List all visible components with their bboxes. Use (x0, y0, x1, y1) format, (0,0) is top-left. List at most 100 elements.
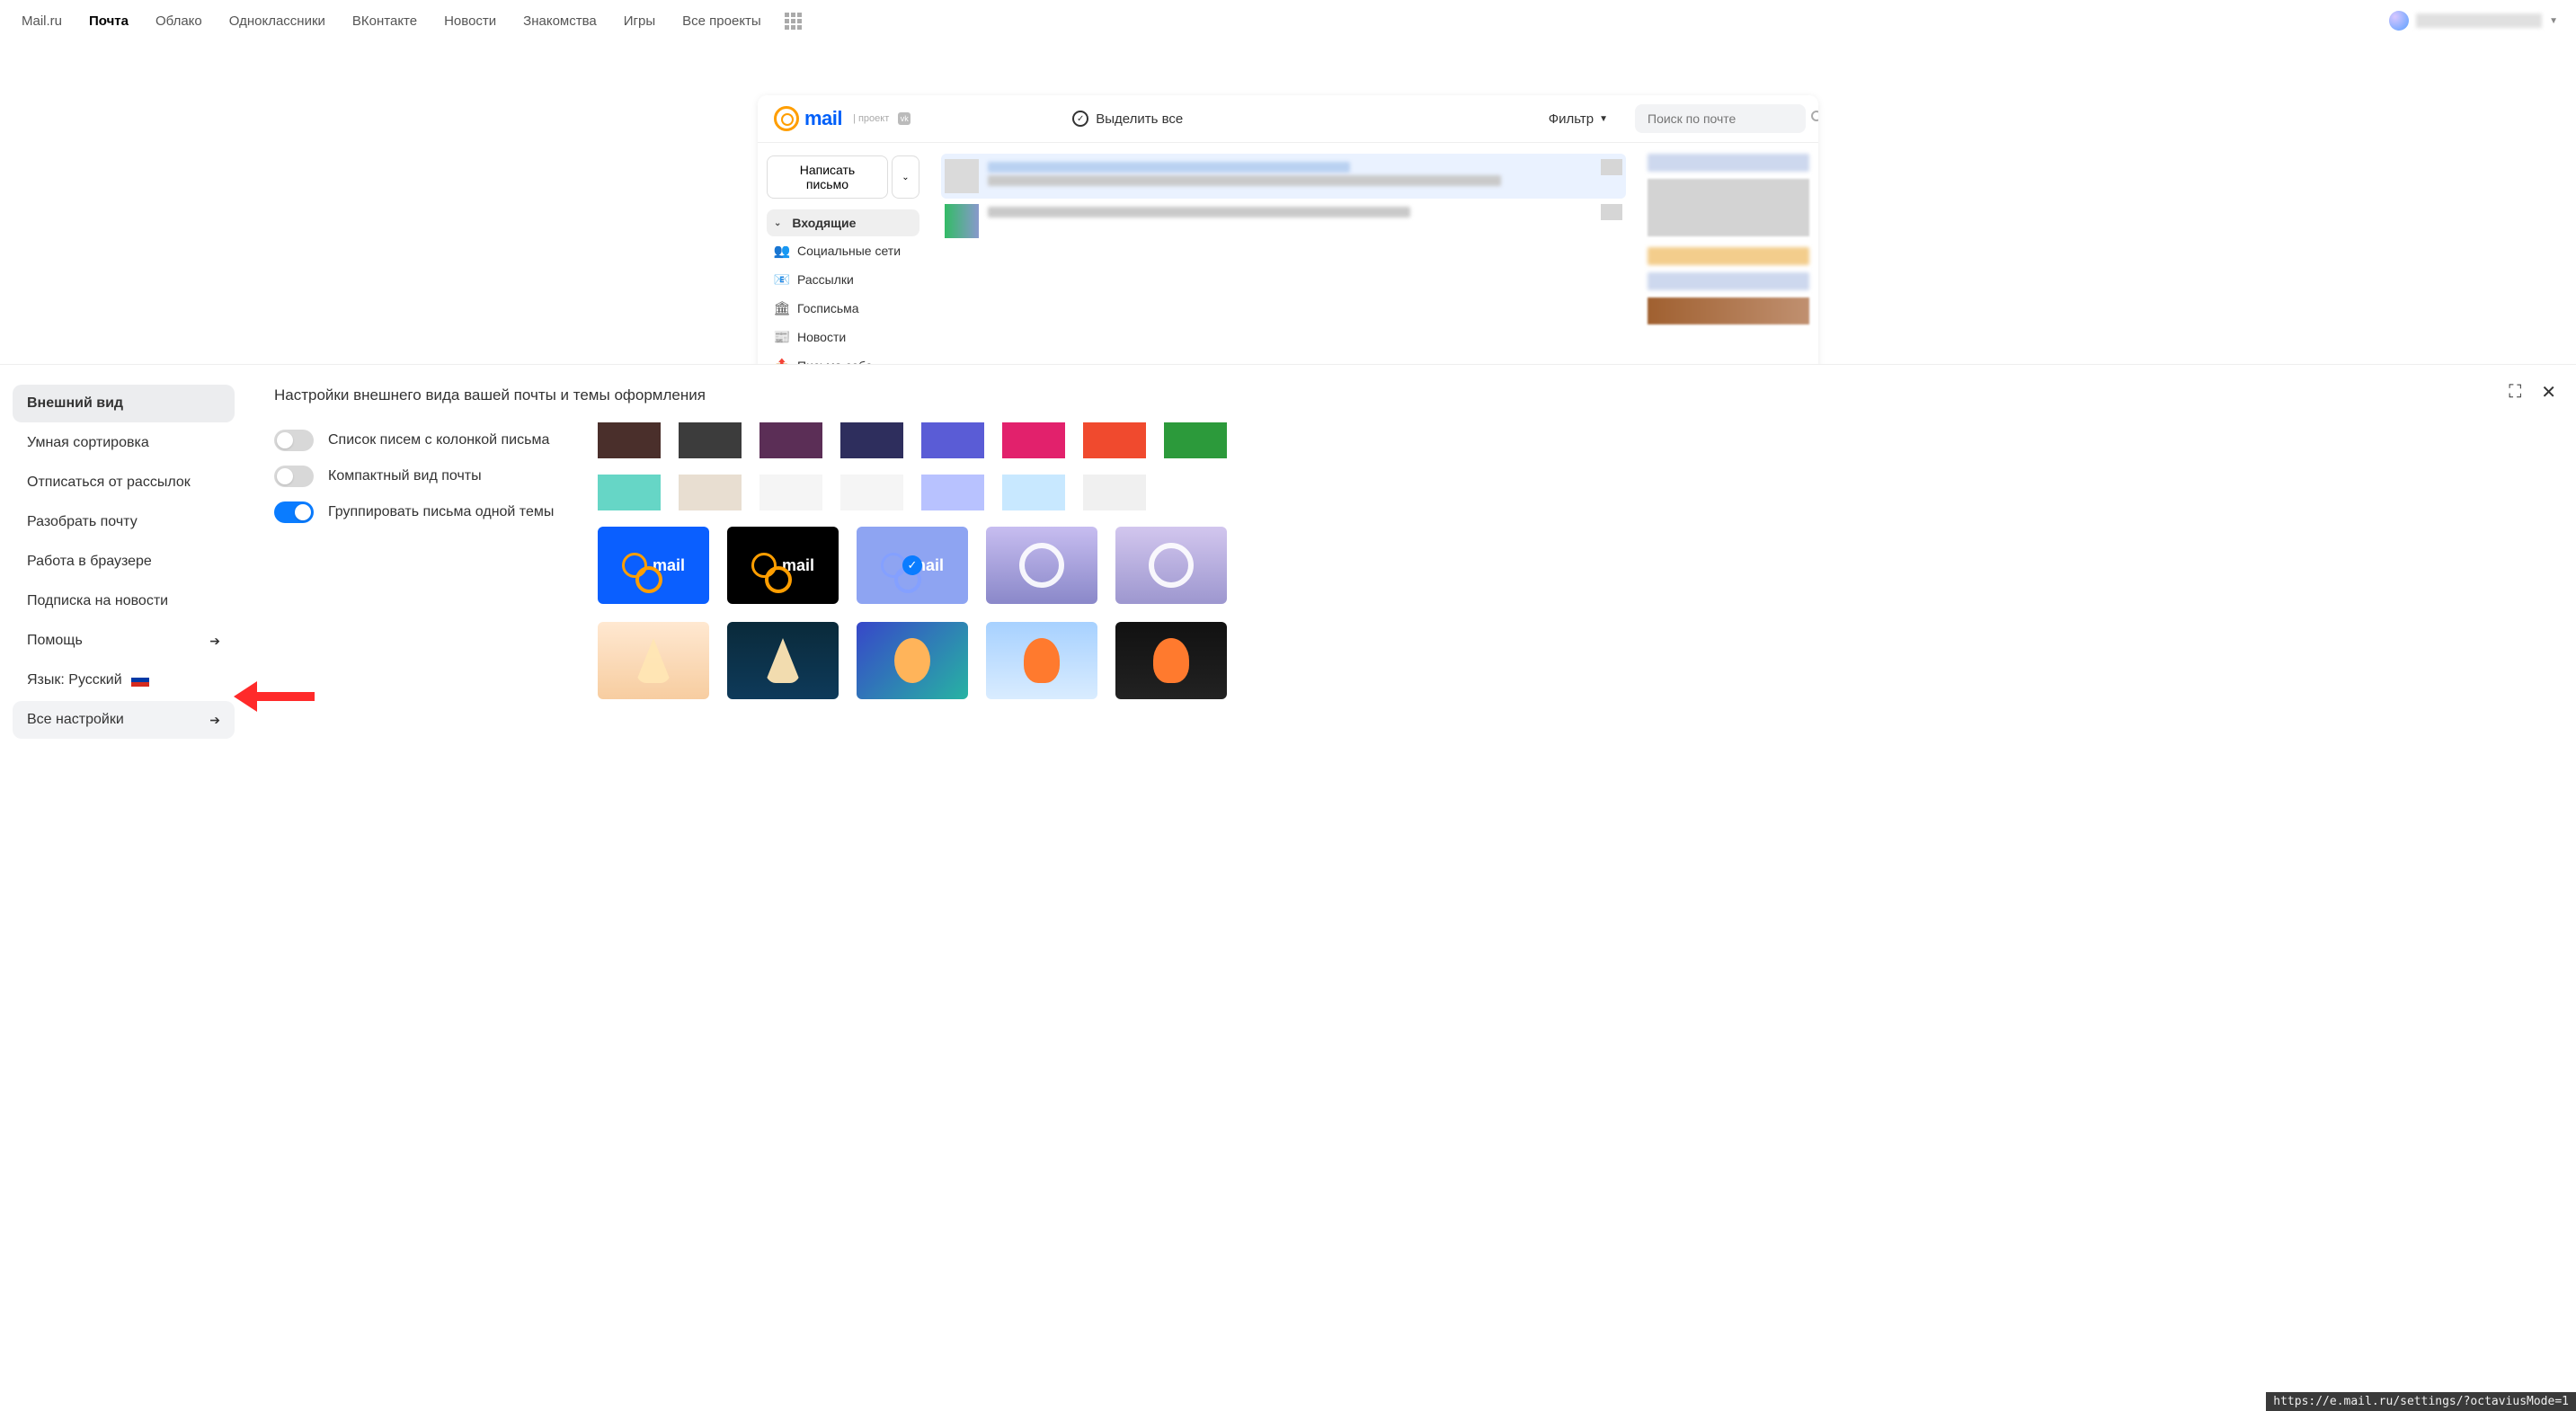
folder-label: Рассылки (797, 272, 854, 287)
filter-label: Фильтр (1549, 111, 1594, 127)
apps-grid-icon[interactable] (785, 13, 802, 30)
theme-tile[interactable]: mail (857, 527, 968, 604)
portal-link[interactable]: Почта (85, 12, 132, 31)
color-swatch[interactable] (759, 475, 822, 510)
mail-row[interactable] (941, 199, 1626, 244)
color-swatch[interactable] (1083, 422, 1146, 458)
color-swatch[interactable] (921, 475, 984, 510)
color-swatch[interactable] (840, 422, 903, 458)
color-swatch[interactable] (679, 422, 742, 458)
portal-link[interactable]: ВКонтакте (349, 12, 421, 31)
color-swatch[interactable] (1002, 422, 1065, 458)
toggle-group-threads[interactable]: Группировать письма одной темы (274, 494, 562, 530)
theme-grid (598, 622, 2549, 699)
portal-link[interactable]: Игры (620, 12, 659, 31)
mail-logo[interactable]: mail | проект vk (774, 106, 910, 131)
portal-link[interactable]: Одноклассники (226, 12, 329, 31)
search-box[interactable] (1635, 104, 1806, 133)
color-swatch[interactable] (1083, 475, 1146, 510)
settings-sidebar: Внешний вид Умная сортировка Отписаться … (0, 365, 247, 1411)
toggle-switch[interactable] (274, 501, 314, 523)
settings-nav-sortmail[interactable]: Разобрать почту (13, 503, 235, 541)
select-all-button[interactable]: Выделить все (1072, 111, 1183, 127)
mail-logo-text: mail (804, 107, 842, 130)
toggle-label: Компактный вид почты (328, 468, 482, 484)
at-icon (774, 106, 799, 131)
theme-tile[interactable] (1115, 622, 1227, 699)
settings-nav-all[interactable]: Все настройки➔ (13, 701, 235, 739)
settings-nav-help[interactable]: Помощь➔ (13, 622, 235, 660)
theme-tile[interactable] (1115, 527, 1227, 604)
mail-date (1601, 159, 1622, 175)
color-swatch-row (598, 422, 2549, 458)
folder-news[interactable]: 📰 Новости (767, 323, 919, 351)
settings-nav-newssub[interactable]: Подписка на новости (13, 582, 235, 620)
settings-panel: Внешний вид Умная сортировка Отписаться … (0, 364, 2576, 1411)
portal-link[interactable]: Все проекты (679, 12, 765, 31)
portal-link[interactable]: Mail.ru (18, 12, 66, 31)
folder-social[interactable]: 👥 Социальные сети (767, 236, 919, 265)
settings-nav-unsubscribe[interactable]: Отписаться от рассылок (13, 464, 235, 501)
settings-nav-smartsort[interactable]: Умная сортировка (13, 424, 235, 462)
annotation-red-arrow-icon (234, 681, 315, 714)
expand-button[interactable]: ⛶ (2509, 381, 2521, 404)
folder-gov[interactable]: 🏛 Госписьма (767, 294, 919, 323)
gov-icon: 🏛 (774, 300, 790, 316)
settings-title: Настройки внешнего вида вашей почты и те… (274, 386, 2549, 404)
compose-dropdown-button[interactable]: ⌄ (892, 155, 919, 199)
close-button[interactable]: ✕ (2541, 381, 2556, 404)
user-name (2416, 13, 2542, 28)
color-swatch[interactable] (679, 475, 742, 510)
mail-logo-sub: | проект (853, 113, 889, 124)
color-swatch[interactable] (921, 422, 984, 458)
color-swatch[interactable] (840, 475, 903, 510)
theme-tile[interactable] (857, 622, 968, 699)
theme-tile[interactable]: mail (727, 527, 839, 604)
settings-nav-label: Работа в браузере (27, 554, 152, 570)
settings-nav-appearance[interactable]: Внешний вид (13, 385, 235, 422)
toggle-label: Группировать письма одной темы (328, 504, 554, 520)
expand-icon: ⛶ (2509, 382, 2521, 402)
portal-nav: Mail.ru Почта Облако Одноклассники ВКонт… (0, 0, 2576, 41)
theme-tile[interactable] (598, 622, 709, 699)
select-all-label: Выделить все (1096, 111, 1183, 127)
color-swatch-row (598, 475, 2549, 510)
chevron-down-icon: ⌄ (902, 173, 909, 182)
theme-tile[interactable] (727, 622, 839, 699)
theme-tile[interactable] (986, 622, 1097, 699)
toggle-split-view[interactable]: Список писем с колонкой письма (274, 422, 562, 458)
people-icon: 👥 (774, 243, 790, 259)
folder-label: Госписьма (797, 301, 859, 315)
color-swatch[interactable] (759, 422, 822, 458)
user-menu[interactable]: ▼ (2389, 11, 2558, 31)
portal-link[interactable]: Знакомства (520, 12, 600, 31)
folder-inbox[interactable]: ⌄ Входящие (767, 209, 919, 236)
mail-avatar-icon (945, 159, 979, 193)
folder-label: Новости (797, 330, 846, 344)
folder-newsletters[interactable]: 📧 Рассылки (767, 265, 919, 294)
mail-app: mail | проект vk Выделить все Фильтр ▼ Н… (758, 95, 1818, 404)
theme-tile[interactable]: mail (598, 527, 709, 604)
portal-link[interactable]: Новости (440, 12, 500, 31)
toggle-switch[interactable] (274, 430, 314, 451)
mail-toolbar: mail | проект vk Выделить все Фильтр ▼ (758, 95, 1818, 143)
color-swatch[interactable] (598, 475, 661, 510)
color-swatch[interactable] (1164, 422, 1227, 458)
settings-nav-browser[interactable]: Работа в браузере (13, 543, 235, 581)
chevron-down-icon: ▼ (2549, 16, 2558, 26)
filter-button[interactable]: Фильтр ▼ (1549, 111, 1608, 127)
portal-link[interactable]: Облако (152, 12, 206, 31)
search-icon (1810, 110, 1818, 128)
color-swatch[interactable] (1002, 475, 1065, 510)
mail-row[interactable] (941, 154, 1626, 199)
settings-content: ⛶ ✕ Настройки внешнего вида вашей почты … (247, 365, 2576, 1411)
toggle-compact[interactable]: Компактный вид почты (274, 458, 562, 494)
toggle-switch[interactable] (274, 466, 314, 487)
settings-nav-language[interactable]: Язык: Русский (13, 661, 235, 699)
compose-button[interactable]: Написать письмо (767, 155, 888, 199)
folder-label: Входящие (792, 216, 856, 230)
search-input[interactable] (1648, 111, 1810, 126)
toggle-label: Список писем с колонкой письма (328, 432, 549, 448)
theme-tile[interactable] (986, 527, 1097, 604)
color-swatch[interactable] (598, 422, 661, 458)
